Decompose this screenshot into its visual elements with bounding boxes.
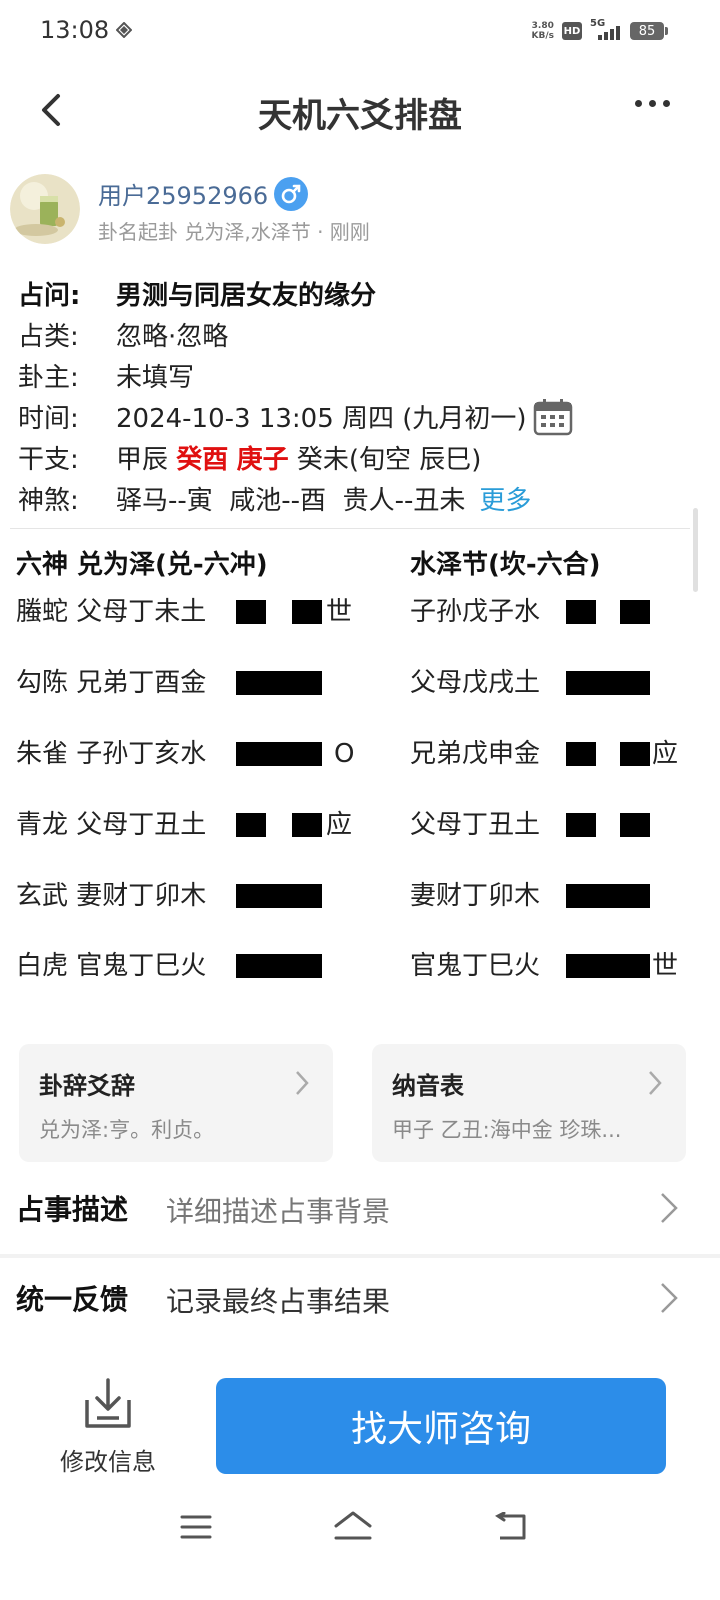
card-title: 纳音表 — [392, 1072, 464, 1100]
question-row: 占问: 男测与同居女友的缘分 — [18, 281, 377, 311]
owner-row: 卦主: 未填写 — [18, 363, 195, 393]
right-line-3: 父母丁丑土 — [410, 810, 541, 840]
broken-yao-line — [566, 742, 596, 766]
feedback-placeholder: 记录最终占事结果 — [166, 1285, 391, 1318]
scrollbar[interactable] — [693, 508, 698, 592]
battery-icon: 85 — [630, 22, 668, 40]
broken-yao-line — [236, 813, 266, 837]
right-line-4: 兄弟戊申金 — [410, 739, 541, 769]
divider — [10, 528, 690, 529]
gua-text-card[interactable]: 卦辞爻辞 兑为泽:亨。利贞。 — [19, 1044, 333, 1162]
net-speed: 3.80 KB/s — [531, 21, 554, 41]
card-subtitle: 兑为泽:亨。利贞。 — [39, 1118, 215, 1142]
category-text: 忽略·忽略 — [116, 322, 229, 352]
divination-info: 占问: 男测与同居女友的缘分 占类: 忽略·忽略 卦主: 未填写 时间: 2024-10… — [18, 276, 698, 522]
card-title: 卦辞爻辞 — [39, 1072, 135, 1100]
solid-yao-line — [566, 954, 650, 978]
download-tray-icon — [85, 1378, 131, 1428]
chevron-right-icon — [649, 1071, 662, 1095]
left-line-1: 白虎 官鬼丁巳火 — [16, 951, 207, 981]
header: 天机六爻排盘 — [0, 70, 720, 148]
chevron-right-icon — [661, 1283, 678, 1313]
time-text: 2024-10-3 13:05 周四 (九月初一) — [116, 404, 527, 434]
chevron-right-icon — [296, 1071, 309, 1095]
solid-yao-line — [236, 954, 322, 978]
more-options-icon[interactable] — [635, 100, 670, 107]
left-line-2: 玄武 妻财丁卯木 — [16, 881, 207, 911]
solid-yao-line — [566, 884, 650, 908]
user-name[interactable]: 用户25952966 — [98, 176, 309, 211]
shi-mark: 世 — [326, 597, 353, 627]
left-line-3: 青龙 父母丁丑土 — [16, 810, 207, 840]
feedback-row[interactable]: 统一反馈 记录最终占事结果 — [0, 1256, 720, 1344]
shi-mark: 世 — [652, 951, 679, 981]
right-hexagram-header: 水泽节(坎-六合) — [410, 550, 601, 580]
chevron-right-icon — [661, 1193, 678, 1223]
description-row[interactable]: 占事描述 详细描述占事背景 — [0, 1166, 720, 1254]
broken-yao-line — [236, 600, 266, 624]
navigation-arrow-icon — [116, 22, 132, 38]
solid-yao-line — [566, 671, 650, 695]
right-line-1: 官鬼丁巳火 — [410, 951, 541, 981]
owner-text: 未填写 — [116, 363, 195, 393]
left-line-5: 勾陈 兄弟丁酉金 — [16, 668, 207, 698]
broken-yao-line — [292, 600, 322, 624]
edit-info-label: 修改信息 — [60, 1448, 156, 1476]
broken-yao-line — [620, 813, 650, 837]
page-title: 天机六爻排盘 — [258, 96, 462, 136]
ying-mark: 应 — [652, 739, 679, 769]
broken-yao-line — [566, 813, 596, 837]
broken-yao-line — [566, 600, 596, 624]
back-nav-icon[interactable] — [494, 1512, 528, 1542]
ganzhi-row: 干支: 甲辰 癸酉 庚子 癸未(旬空 辰巳) — [18, 445, 482, 475]
edit-info-button[interactable]: 修改信息 — [46, 1378, 170, 1478]
status-bar: 13:08 3.80 KB/s HD 5G 85 — [0, 0, 720, 66]
solid-yao-line — [236, 671, 322, 695]
left-line-4: 朱雀 子孙丁亥水 — [16, 739, 207, 769]
right-line-5: 父母戊戌土 — [410, 668, 541, 698]
right-line-2: 妻财丁卯木 — [410, 881, 541, 911]
time-row: 时间: 2024-10-3 13:05 周四 (九月初一) — [18, 398, 698, 440]
avatar[interactable] — [10, 174, 80, 244]
hd-icon: HD — [562, 22, 582, 40]
user-subtitle: 卦名起卦 兑为泽,水泽节 · 刚刚 — [98, 220, 370, 244]
shensha-more-link[interactable]: 更多 — [479, 486, 531, 516]
card-subtitle: 甲子 乙丑:海中金 珍珠... — [392, 1118, 622, 1142]
nayin-table-card[interactable]: 纳音表 甲子 乙丑:海中金 珍珠... — [372, 1044, 686, 1162]
category-row: 占类: 忽略·忽略 — [18, 322, 229, 352]
description-placeholder: 详细描述占事背景 — [166, 1195, 391, 1228]
solid-yao-line — [236, 742, 322, 766]
description-label: 占事描述 — [16, 1193, 129, 1226]
solid-yao-line — [236, 884, 322, 908]
menu-icon[interactable] — [180, 1514, 212, 1540]
broken-yao-line — [292, 813, 322, 837]
ying-mark: 应 — [326, 810, 353, 840]
signal-icon: 5G — [590, 18, 622, 42]
shensha-row: 神煞: 驿马--寅 咸池--酉 贵人--丑未 更多 — [18, 486, 532, 516]
broken-yao-line — [620, 742, 650, 766]
left-line-6: 螣蛇 父母丁未土 — [16, 597, 207, 627]
male-icon — [274, 176, 309, 211]
left-hexagram-header: 六神 兑为泽(兑-六冲) — [16, 550, 268, 580]
right-line-6: 子孙戊子水 — [410, 597, 541, 627]
status-indicators: 3.80 KB/s HD 5G 85 — [531, 18, 668, 42]
home-icon[interactable] — [333, 1510, 373, 1544]
broken-yao-line — [620, 600, 650, 624]
feedback-label: 统一反馈 — [16, 1283, 129, 1316]
system-navigation-bar — [0, 1500, 720, 1560]
moving-mark: O — [334, 739, 355, 769]
status-time: 13:08 — [40, 16, 110, 44]
question-text: 男测与同居女友的缘分 — [116, 281, 377, 311]
calendar-icon[interactable] — [533, 398, 573, 436]
consult-master-button[interactable]: 找大师咨询 — [216, 1378, 666, 1474]
